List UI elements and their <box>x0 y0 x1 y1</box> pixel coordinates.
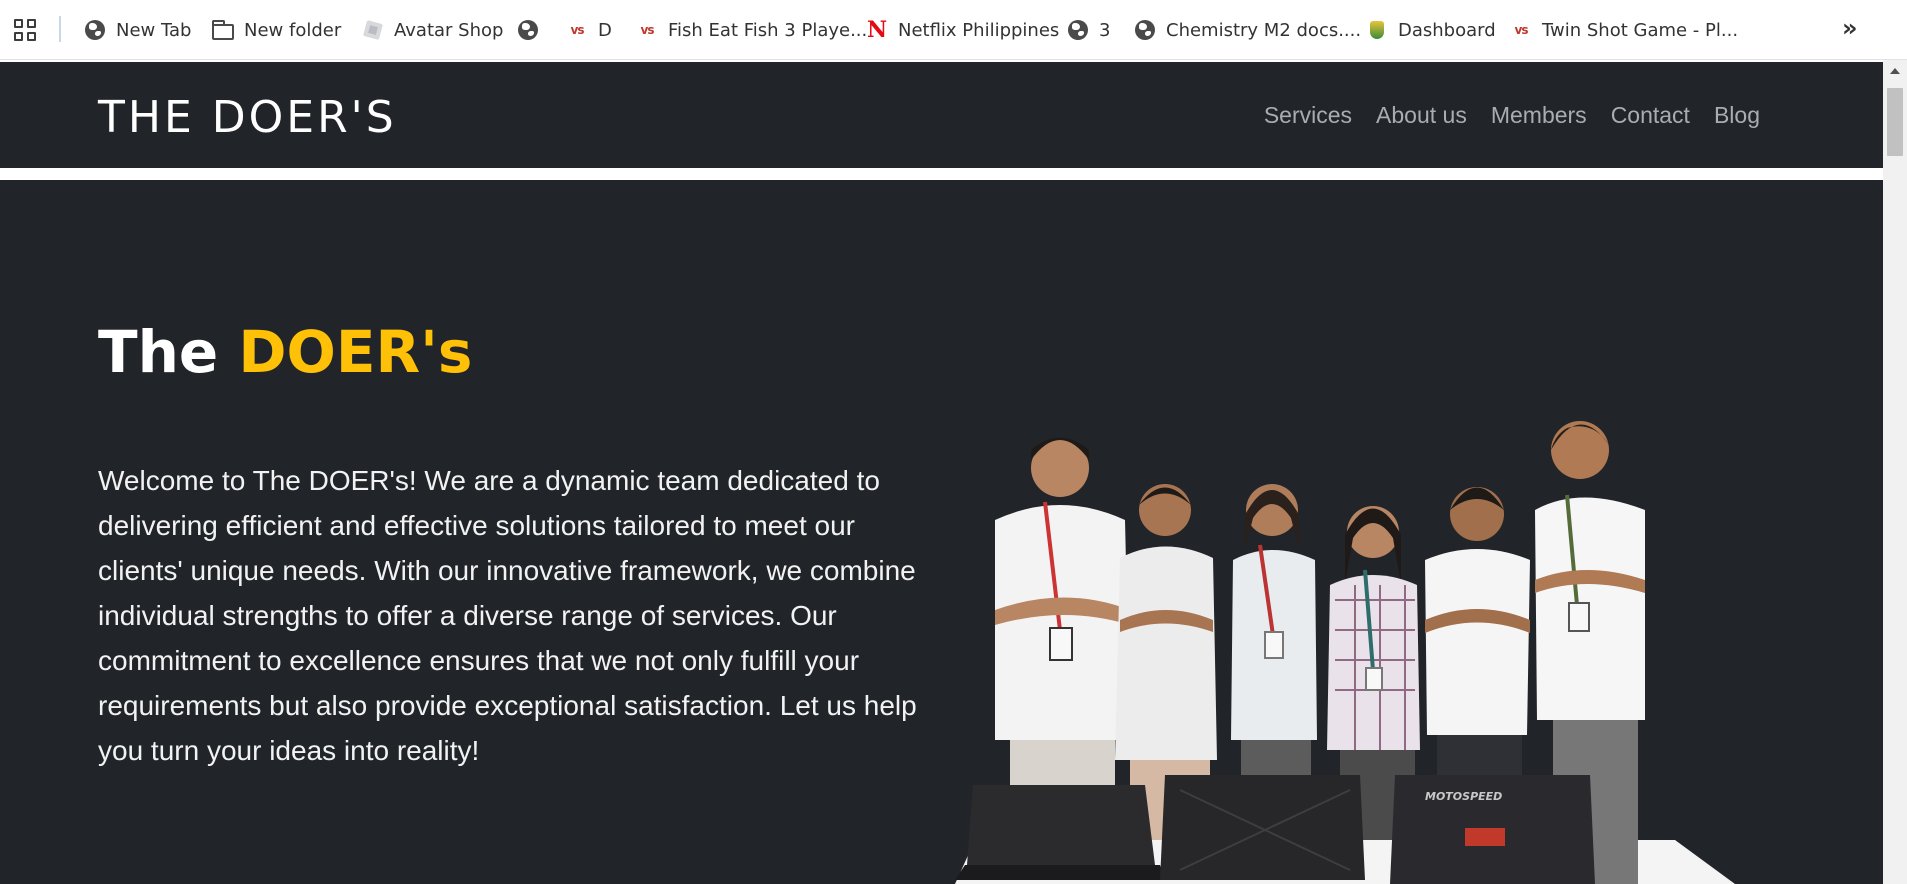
bookmark-d[interactable]: vs D <box>566 14 612 46</box>
brand-logo-text[interactable]: THE DOER'S <box>98 92 397 143</box>
bookmark-dashboard[interactable]: Dashboard <box>1366 14 1496 46</box>
hero-section: The DOER's Welcome to The DOER's! We are… <box>0 180 1883 884</box>
globe-icon <box>1067 19 1089 41</box>
nav-services[interactable]: Services <box>1264 102 1352 129</box>
header-separator <box>0 168 1883 180</box>
bookmark-label: Fish Eat Fish 3 Playe... <box>668 19 868 41</box>
vs-icon: vs <box>640 23 655 37</box>
bookmarks-bar: New Tab New folder Avatar Shop vs D vs F… <box>0 0 1907 60</box>
bookmark-label: Avatar Shop <box>394 19 504 41</box>
nav-blog[interactable]: Blog <box>1714 102 1760 129</box>
bookmark-new-tab[interactable]: New Tab <box>84 14 191 46</box>
bookmark-label: New folder <box>244 19 342 41</box>
bookmark-new-folder[interactable]: New folder <box>212 14 341 46</box>
nav-contact[interactable]: Contact <box>1611 102 1690 129</box>
page-scrollbar[interactable] <box>1883 60 1907 884</box>
bookmark-label: 3 <box>1099 19 1111 41</box>
laptop-figure <box>955 785 1165 880</box>
vs-icon: vs <box>1514 23 1529 37</box>
hero-title: The DOER's <box>98 318 472 386</box>
laptop-figure <box>1160 775 1365 880</box>
vs-icon: vs <box>570 23 585 37</box>
nav-members[interactable]: Members <box>1491 102 1587 129</box>
more-bookmarks-chevron-icon[interactable]: » <box>1842 14 1857 42</box>
bookmark-label: D <box>598 19 612 41</box>
bookmark-globe[interactable] <box>517 14 539 46</box>
bookmark-label: Chemistry M2 docs.... <box>1166 19 1362 41</box>
main-nav: Services About us Members Contact Blog <box>1264 102 1760 129</box>
bookmark-3[interactable]: 3 <box>1067 14 1110 46</box>
roblox-icon <box>362 19 384 41</box>
bookmark-label: Dashboard <box>1398 19 1496 41</box>
scroll-thumb[interactable] <box>1887 88 1903 156</box>
scroll-up-arrow-icon[interactable] <box>1890 68 1900 74</box>
laptop-brand-label: MOTOSPEED <box>1425 790 1502 803</box>
folder-icon <box>212 19 234 41</box>
site-header: THE DOER'S Services About us Members Con… <box>0 62 1883 168</box>
globe-icon <box>84 19 106 41</box>
laptop-figure: MOTOSPEED <box>1390 775 1595 884</box>
team-photo: MOTOSPEED <box>955 421 1735 884</box>
hero-description: Welcome to The DOER's! We are a dynamic … <box>98 465 917 766</box>
bookmark-twin-shot[interactable]: vs Twin Shot Game - Pl... <box>1510 14 1739 46</box>
shield-icon <box>1366 19 1388 41</box>
hero-title-accent: DOER's <box>238 318 473 386</box>
apps-grid-icon[interactable] <box>14 19 36 41</box>
bookmark-label: Netflix Philippines <box>898 19 1060 41</box>
bookmark-fish-eat-fish[interactable]: vs Fish Eat Fish 3 Playe... <box>636 14 868 46</box>
bookmark-label: New Tab <box>116 19 192 41</box>
netflix-icon: N <box>866 17 888 43</box>
bookmark-avatar-shop[interactable]: Avatar Shop <box>362 14 503 46</box>
globe-icon <box>1134 19 1156 41</box>
bookmark-label: Twin Shot Game - Pl... <box>1542 19 1739 41</box>
hero-title-plain: The <box>98 318 239 386</box>
nav-about-us[interactable]: About us <box>1376 102 1467 129</box>
bookmark-chemistry[interactable]: Chemistry M2 docs.... <box>1134 14 1361 46</box>
bookmarks-divider <box>59 16 61 42</box>
bookmark-netflix[interactable]: N Netflix Philippines <box>866 14 1059 46</box>
globe-icon <box>517 19 539 41</box>
